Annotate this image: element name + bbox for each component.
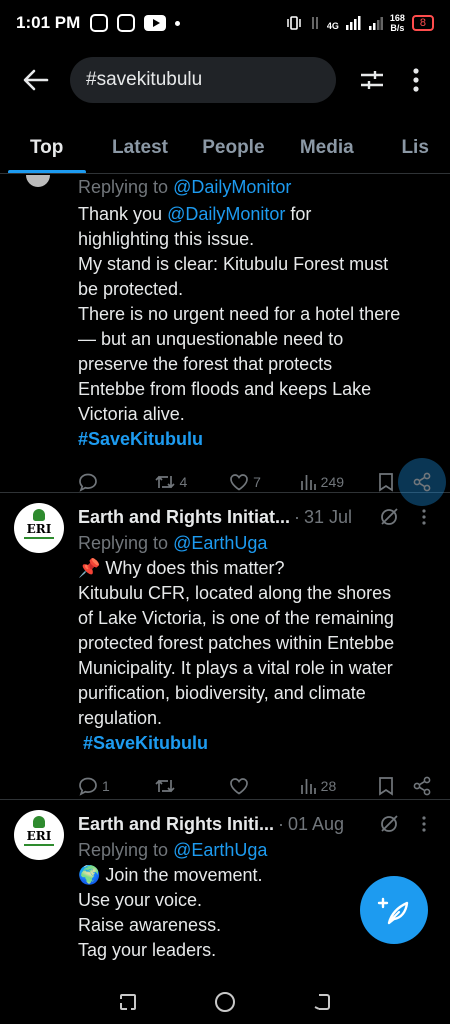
search-header: #savekitubulu — [0, 50, 450, 110]
signal-icon-2 — [368, 17, 383, 30]
vibrate-icon — [287, 16, 301, 30]
repost-icon — [154, 475, 175, 489]
heart-icon — [230, 474, 248, 491]
hashtag-link[interactable]: #SaveKitubulu — [78, 427, 432, 452]
status-bar: 1:01 PM 4G 168 B/s 8 — [0, 0, 450, 46]
speech-bubble-icon — [79, 473, 97, 492]
bar-chart-icon — [300, 779, 316, 794]
instagram-icon — [90, 14, 109, 32]
data-transfer-icon — [312, 17, 318, 29]
home-icon[interactable] — [213, 990, 237, 1014]
heart-icon — [230, 778, 248, 795]
more-notifications-icon — [175, 20, 181, 26]
more-options-button[interactable] — [396, 60, 436, 100]
replying-to: Replying to @EarthUga — [78, 840, 268, 860]
replying-to: Replying to @EarthUga — [78, 533, 268, 553]
tweet-more-button[interactable] — [416, 506, 432, 528]
tweet-date[interactable]: 01 Aug — [288, 814, 344, 835]
vertical-dots-icon — [422, 509, 426, 525]
status-time: 1:01 PM — [16, 13, 81, 32]
search-tabs: Top Latest People Media Lis — [0, 122, 450, 174]
views-button[interactable]: 28 — [299, 777, 379, 795]
author-name[interactable]: Earth and Rights Initi... — [78, 814, 274, 835]
hashtag-link[interactable]: #SaveKitubulu — [78, 731, 432, 756]
youtube-icon — [144, 15, 167, 31]
bookmark-button[interactable] — [378, 776, 412, 796]
bookmark-icon — [379, 473, 394, 492]
compose-feather-icon — [377, 897, 409, 925]
sliders-icon — [361, 71, 383, 89]
tweet[interactable]: Replying to @DailyMonitor Thank you @Dai… — [0, 175, 450, 506]
replying-to: Replying to @DailyMonitor — [78, 177, 292, 197]
network-type: 4G — [326, 21, 339, 31]
vertical-dots-icon — [413, 68, 419, 92]
author-name[interactable]: Earth and Rights Initiat... — [78, 507, 290, 528]
tweet-header: Earth and Rights Initiat... · 31 Jul — [78, 503, 432, 531]
back-nav-icon[interactable] — [311, 991, 333, 1013]
tab-latest[interactable]: Latest — [93, 122, 186, 173]
share-button[interactable] — [412, 776, 432, 796]
tweet-text: 📌 Why does this matter? Kitubulu CFR, lo… — [78, 556, 432, 756]
active-tab-indicator — [7, 170, 86, 173]
back-button[interactable] — [18, 62, 54, 98]
avatar[interactable]: ERI — [14, 503, 64, 553]
tweet[interactable]: ERI Earth and Rights Initiat... · 31 Jul… — [0, 493, 450, 800]
tweet-header: Earth and Rights Initi... · 01 Aug — [78, 810, 432, 838]
speech-bubble-icon — [79, 777, 97, 796]
battery-indicator: 8 — [411, 15, 434, 31]
app-icon — [117, 14, 136, 32]
like-button[interactable]: 7 — [229, 473, 299, 491]
tweet-date[interactable]: 31 Jul — [304, 507, 352, 528]
system-navigation-bar — [0, 980, 450, 1024]
share-button[interactable] — [398, 458, 446, 506]
bar-chart-icon — [300, 475, 316, 490]
avatar[interactable]: ERI — [14, 810, 64, 860]
repost-button[interactable]: 4 — [154, 473, 230, 491]
tweet-text: Thank you @DailyMonitor for highlighting… — [78, 202, 432, 452]
status-notification-icons — [90, 14, 181, 32]
replying-to-handle[interactable]: @EarthUga — [173, 533, 267, 553]
grok-icon[interactable] — [378, 813, 400, 835]
reply-button[interactable]: 1 — [78, 776, 154, 796]
signal-icon — [345, 16, 361, 30]
replying-to-handle[interactable]: @EarthUga — [173, 840, 267, 860]
grok-icon[interactable] — [378, 506, 400, 528]
reply-button[interactable] — [78, 472, 154, 492]
network-speed: 168 B/s — [389, 13, 405, 33]
filter-button[interactable] — [352, 60, 392, 100]
vertical-dots-icon — [422, 816, 426, 832]
views-button[interactable]: 249 — [299, 473, 379, 491]
avatar[interactable] — [26, 175, 50, 187]
compose-button[interactable] — [360, 876, 428, 944]
repost-button[interactable] — [154, 777, 230, 795]
tab-lists[interactable]: Lis — [373, 122, 450, 173]
replying-to-handle[interactable]: @DailyMonitor — [173, 177, 291, 197]
tab-top[interactable]: Top — [0, 122, 93, 173]
arrow-left-icon — [23, 69, 49, 91]
search-results-feed: Replying to @DailyMonitor Thank you @Dai… — [0, 175, 450, 980]
mention-link[interactable]: @DailyMonitor — [167, 204, 285, 224]
recent-apps-icon[interactable] — [117, 991, 139, 1013]
like-button[interactable] — [229, 777, 299, 795]
bookmark-icon — [379, 777, 394, 796]
repost-icon — [154, 779, 175, 793]
tweet-more-button[interactable] — [416, 813, 432, 835]
tab-people[interactable]: People — [187, 122, 280, 173]
share-icon — [413, 472, 431, 492]
share-icon — [413, 776, 431, 796]
search-input[interactable]: #savekitubulu — [70, 57, 336, 103]
status-system-icons: 4G 168 B/s 8 — [285, 13, 434, 33]
tab-media[interactable]: Media — [280, 122, 373, 173]
